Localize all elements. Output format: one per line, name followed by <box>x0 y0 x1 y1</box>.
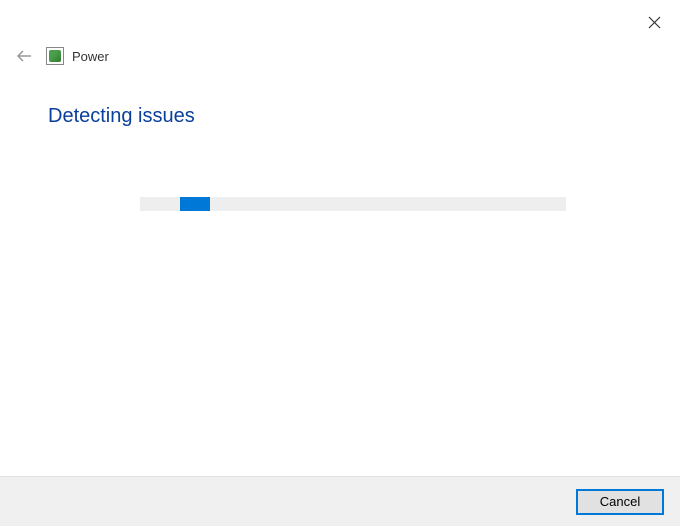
header-bar: Power <box>14 46 109 66</box>
back-arrow-icon <box>16 49 32 63</box>
window-title: Power <box>72 49 109 64</box>
close-button[interactable] <box>642 10 666 34</box>
power-troubleshooter-icon <box>46 47 64 65</box>
page-heading: Detecting issues <box>48 105 195 128</box>
progress-bar <box>140 197 566 211</box>
footer-bar: Cancel <box>0 476 680 526</box>
back-button[interactable] <box>14 46 34 66</box>
cancel-button[interactable]: Cancel <box>576 489 664 515</box>
close-icon <box>648 16 661 29</box>
progress-chunk <box>180 197 210 211</box>
